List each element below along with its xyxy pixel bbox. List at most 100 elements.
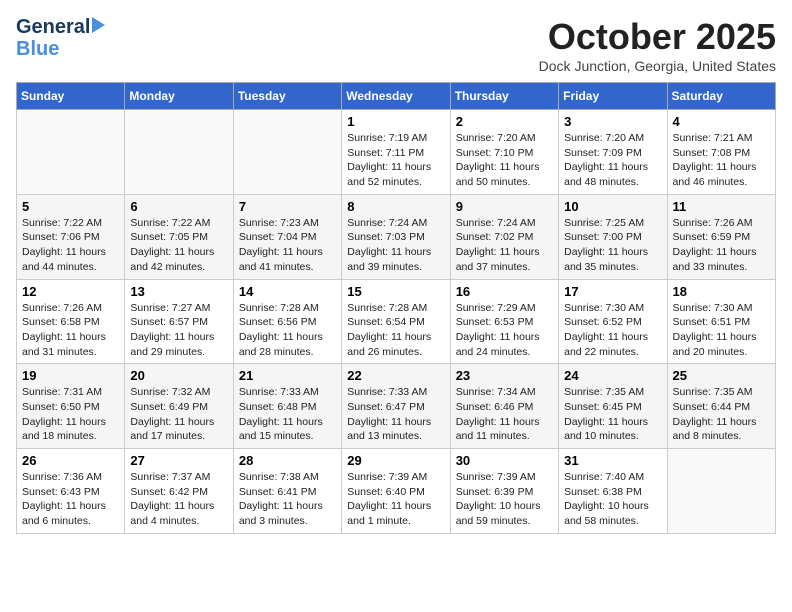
weekday-header: Friday [559, 83, 667, 110]
day-number: 28 [239, 453, 336, 468]
day-number: 19 [22, 368, 119, 383]
day-content: Sunrise: 7:21 AM Sunset: 7:08 PM Dayligh… [673, 131, 770, 190]
calendar-cell: 7Sunrise: 7:23 AM Sunset: 7:04 PM Daylig… [233, 194, 341, 279]
day-content: Sunrise: 7:28 AM Sunset: 6:56 PM Dayligh… [239, 301, 336, 360]
day-content: Sunrise: 7:31 AM Sunset: 6:50 PM Dayligh… [22, 385, 119, 444]
day-number: 8 [347, 199, 444, 214]
calendar-week-row: 12 Sunrise: 7:26 AM Sunset: 6:58 PM Dayli… [17, 279, 776, 364]
day-content: Sunrise: 7:19 AM Sunset: 7:11 PM Dayligh… [347, 131, 444, 190]
calendar-cell: 9 Sunrise: 7:24 AM Sunset: 7:02 PM Daylig… [450, 194, 558, 279]
calendar-cell [125, 110, 233, 195]
day-content: Sunrise: 7:40 AM Sunset: 6:38 PM Dayligh… [564, 470, 661, 529]
day-number: 24 [564, 368, 661, 383]
day-content: Sunrise: 7:33 AM Sunset: 6:48 PM Dayligh… [239, 385, 336, 444]
calendar-cell: 25 Sunrise: 7:35 AM Sunset: 6:44 PM Dayli… [667, 364, 775, 449]
day-content: Sunrise: 7:30 AM Sunset: 6:52 PM Dayligh… [564, 301, 661, 360]
day-content: Sunrise: 7:26 AM Sunset: 6:58 PM Dayligh… [22, 301, 119, 360]
location: Dock Junction, Georgia, United States [539, 58, 776, 74]
calendar-cell: 20Sunrise: 7:32 AM Sunset: 6:49 PM Dayli… [125, 364, 233, 449]
day-number: 14 [239, 284, 336, 299]
calendar-body: 1 Sunrise: 7:19 AM Sunset: 7:11 PM Daylig… [17, 110, 776, 534]
day-number: 16 [456, 284, 553, 299]
calendar-week-row: 1 Sunrise: 7:19 AM Sunset: 7:11 PM Daylig… [17, 110, 776, 195]
logo: General Blue [16, 16, 107, 60]
day-content: Sunrise: 7:35 AM Sunset: 6:44 PM Dayligh… [673, 385, 770, 444]
calendar-cell: 22Sunrise: 7:33 AM Sunset: 6:47 PM Dayli… [342, 364, 450, 449]
day-number: 4 [673, 114, 770, 129]
logo-arrow-icon [92, 17, 105, 33]
calendar-week-row: 19 Sunrise: 7:31 AM Sunset: 6:50 PM Dayli… [17, 364, 776, 449]
day-number: 26 [22, 453, 119, 468]
day-content: Sunrise: 7:24 AM Sunset: 7:02 PM Dayligh… [456, 216, 553, 275]
calendar-table: SundayMondayTuesdayWednesdayThursdayFrid… [16, 82, 776, 534]
day-number: 22 [347, 368, 444, 383]
day-number: 29 [347, 453, 444, 468]
calendar-cell: 27Sunrise: 7:37 AM Sunset: 6:42 PM Dayli… [125, 449, 233, 534]
day-number: 7 [239, 199, 336, 214]
day-content: Sunrise: 7:22 AM Sunset: 7:06 PM Dayligh… [22, 216, 119, 275]
day-number: 10 [564, 199, 661, 214]
day-content: Sunrise: 7:39 AM Sunset: 6:40 PM Dayligh… [347, 470, 444, 529]
calendar-week-row: 26Sunrise: 7:36 AM Sunset: 6:43 PM Dayli… [17, 449, 776, 534]
calendar-cell: 30 Sunrise: 7:39 AM Sunset: 6:39 PM Dayli… [450, 449, 558, 534]
calendar-cell: 26Sunrise: 7:36 AM Sunset: 6:43 PM Dayli… [17, 449, 125, 534]
calendar-cell: 24 Sunrise: 7:35 AM Sunset: 6:45 PM Dayli… [559, 364, 667, 449]
day-number: 17 [564, 284, 661, 299]
day-content: Sunrise: 7:20 AM Sunset: 7:10 PM Dayligh… [456, 131, 553, 190]
day-content: Sunrise: 7:29 AM Sunset: 6:53 PM Dayligh… [456, 301, 553, 360]
day-number: 1 [347, 114, 444, 129]
weekday-header: Thursday [450, 83, 558, 110]
calendar-cell: 10 Sunrise: 7:25 AM Sunset: 7:00 PM Dayli… [559, 194, 667, 279]
calendar-cell: 12 Sunrise: 7:26 AM Sunset: 6:58 PM Dayli… [17, 279, 125, 364]
day-number: 13 [130, 284, 227, 299]
calendar-cell: 4 Sunrise: 7:21 AM Sunset: 7:08 PM Daylig… [667, 110, 775, 195]
day-content: Sunrise: 7:24 AM Sunset: 7:03 PM Dayligh… [347, 216, 444, 275]
day-number: 21 [239, 368, 336, 383]
day-number: 23 [456, 368, 553, 383]
calendar-cell: 31 Sunrise: 7:40 AM Sunset: 6:38 PM Dayli… [559, 449, 667, 534]
day-number: 6 [130, 199, 227, 214]
weekday-header: Saturday [667, 83, 775, 110]
weekday-header: Sunday [17, 83, 125, 110]
day-number: 11 [673, 199, 770, 214]
calendar-cell: 21 Sunrise: 7:33 AM Sunset: 6:48 PM Dayli… [233, 364, 341, 449]
day-content: Sunrise: 7:26 AM Sunset: 6:59 PM Dayligh… [673, 216, 770, 275]
day-number: 3 [564, 114, 661, 129]
weekday-header: Monday [125, 83, 233, 110]
calendar-cell: 2 Sunrise: 7:20 AM Sunset: 7:10 PM Daylig… [450, 110, 558, 195]
calendar-cell [233, 110, 341, 195]
day-number: 31 [564, 453, 661, 468]
weekday-header: Tuesday [233, 83, 341, 110]
calendar-cell: 29 Sunrise: 7:39 AM Sunset: 6:40 PM Dayli… [342, 449, 450, 534]
day-number: 18 [673, 284, 770, 299]
calendar-cell: 15 Sunrise: 7:28 AM Sunset: 6:54 PM Dayli… [342, 279, 450, 364]
day-content: Sunrise: 7:35 AM Sunset: 6:45 PM Dayligh… [564, 385, 661, 444]
calendar-cell: 1 Sunrise: 7:19 AM Sunset: 7:11 PM Daylig… [342, 110, 450, 195]
day-number: 20 [130, 368, 227, 383]
day-number: 30 [456, 453, 553, 468]
calendar-cell: 8 Sunrise: 7:24 AM Sunset: 7:03 PM Daylig… [342, 194, 450, 279]
day-content: Sunrise: 7:25 AM Sunset: 7:00 PM Dayligh… [564, 216, 661, 275]
day-content: Sunrise: 7:39 AM Sunset: 6:39 PM Dayligh… [456, 470, 553, 529]
calendar-cell: 13Sunrise: 7:27 AM Sunset: 6:57 PM Dayli… [125, 279, 233, 364]
day-content: Sunrise: 7:30 AM Sunset: 6:51 PM Dayligh… [673, 301, 770, 360]
day-content: Sunrise: 7:34 AM Sunset: 6:46 PM Dayligh… [456, 385, 553, 444]
calendar-cell: 6Sunrise: 7:22 AM Sunset: 7:05 PM Daylig… [125, 194, 233, 279]
day-number: 25 [673, 368, 770, 383]
day-number: 12 [22, 284, 119, 299]
calendar-cell: 28Sunrise: 7:38 AM Sunset: 6:41 PM Dayli… [233, 449, 341, 534]
calendar-cell: 17 Sunrise: 7:30 AM Sunset: 6:52 PM Dayli… [559, 279, 667, 364]
title-block: October 2025 Dock Junction, Georgia, Uni… [539, 16, 776, 74]
page-header: General Blue October 2025 Dock Junction,… [16, 16, 776, 74]
day-number: 5 [22, 199, 119, 214]
day-content: Sunrise: 7:28 AM Sunset: 6:54 PM Dayligh… [347, 301, 444, 360]
calendar-cell: 11 Sunrise: 7:26 AM Sunset: 6:59 PM Dayli… [667, 194, 775, 279]
day-content: Sunrise: 7:20 AM Sunset: 7:09 PM Dayligh… [564, 131, 661, 190]
day-number: 27 [130, 453, 227, 468]
calendar-cell: 14 Sunrise: 7:28 AM Sunset: 6:56 PM Dayli… [233, 279, 341, 364]
day-number: 9 [456, 199, 553, 214]
day-number: 15 [347, 284, 444, 299]
day-number: 2 [456, 114, 553, 129]
calendar-cell: 5 Sunrise: 7:22 AM Sunset: 7:06 PM Daylig… [17, 194, 125, 279]
calendar-header-row: SundayMondayTuesdayWednesdayThursdayFrid… [17, 83, 776, 110]
